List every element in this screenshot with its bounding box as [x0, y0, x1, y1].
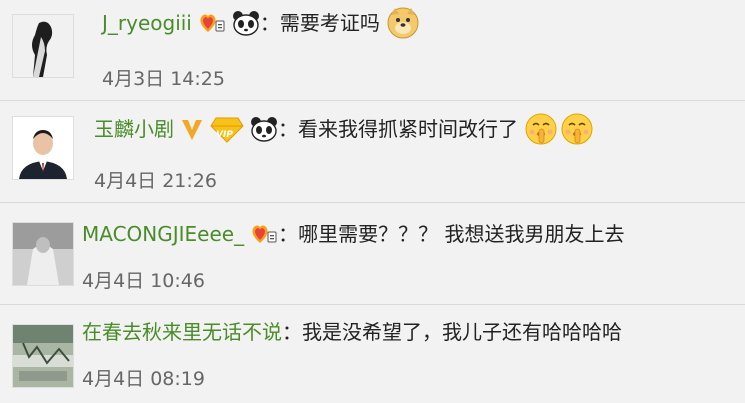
verified-v-icon — [180, 116, 204, 142]
timestamp: 4月4日 21:26 — [94, 170, 217, 192]
shush-emoji-icon — [524, 112, 558, 146]
username[interactable]: J_ryeogiii — [102, 7, 192, 39]
comment-item: J_ryeogiii ： 需要考证吗 4月3日 14:25 — [0, 0, 745, 101]
doge-emoji-icon — [386, 6, 420, 40]
fan-heart-badge-icon — [250, 221, 278, 247]
avatar[interactable] — [12, 222, 74, 286]
avatar[interactable] — [12, 116, 74, 180]
comment-item: 在春去秋来里无话不说 ： 我是没希望了，我儿子还有哈哈哈哈 4月4日 08:19 — [0, 304, 745, 403]
timestamp: 4月4日 08:19 — [82, 368, 205, 390]
comment-text: 需要考证吗 — [279, 11, 380, 35]
comment-text: 我是没希望了，我儿子还有哈哈哈哈 — [302, 320, 622, 344]
fan-heart-badge-icon — [198, 10, 226, 36]
comment-line: 在春去秋来里无话不说 ： 我是没希望了，我儿子还有哈哈哈哈 — [82, 316, 622, 348]
colon-separator: ： — [259, 11, 280, 35]
shush-emoji-icon — [560, 112, 594, 146]
comment-text: 哪里需要？？？ 我想送我男朋友上去 — [298, 222, 625, 246]
panda-icon — [250, 116, 278, 142]
timestamp: 4月4日 10:46 — [82, 270, 205, 292]
comment-line: J_ryeogiii ： 需要考证吗 — [102, 6, 420, 40]
comment-line: MACONGJIEeee_ ： 哪里需要？？？ 我想送我男朋友上去 — [82, 218, 624, 250]
vip-diamond-icon: VIP — [210, 115, 244, 143]
svg-text:VIP: VIP — [216, 130, 233, 140]
username[interactable]: 玉麟小剧 — [94, 113, 174, 145]
colon-separator: ： — [278, 222, 299, 246]
comment-item: MACONGJIEeee_ ： 哪里需要？？？ 我想送我男朋友上去 4月4日 1… — [0, 202, 745, 305]
username[interactable]: 在春去秋来里无话不说 — [82, 316, 282, 348]
avatar[interactable] — [12, 14, 74, 78]
comment-item: 玉麟小剧 VIP ： 看来我得抓紧时间改行了 4月4日 21:26 — [0, 100, 745, 203]
colon-separator: ： — [282, 320, 302, 344]
comment-line: 玉麟小剧 VIP ： 看来我得抓紧时间改行了 — [94, 112, 594, 146]
colon-separator: ： — [278, 117, 298, 141]
comment-text: 看来我得抓紧时间改行了 — [298, 117, 518, 141]
panda-icon — [232, 10, 260, 36]
avatar[interactable] — [12, 324, 74, 388]
timestamp: 4月3日 14:25 — [102, 68, 225, 90]
username[interactable]: MACONGJIEeee_ — [82, 218, 244, 250]
